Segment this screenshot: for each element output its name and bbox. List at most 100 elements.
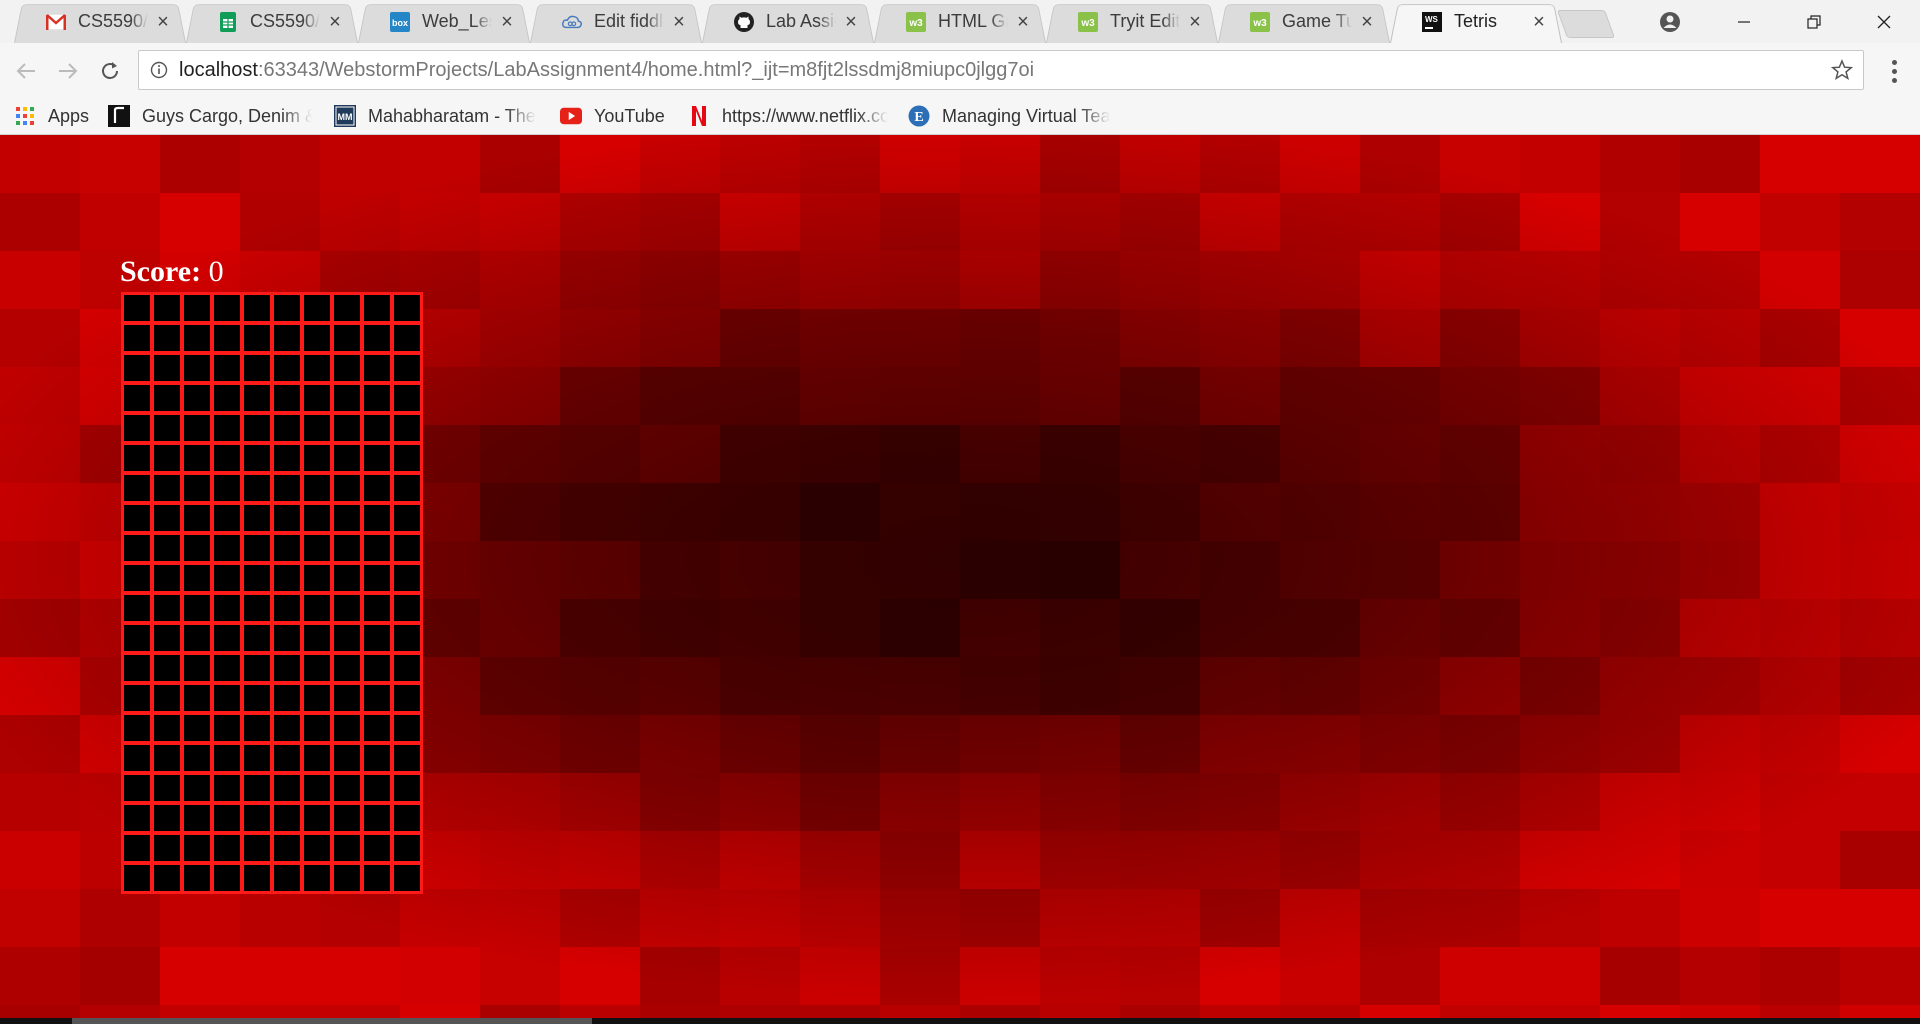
bookmark-managing-virtual-teams[interactable]: E Managing Virtual Tea	[908, 98, 1110, 134]
tab-3[interactable]: Edit fiddle ×	[530, 0, 702, 43]
board-cell	[272, 473, 302, 503]
close-tab-icon[interactable]: ×	[1014, 12, 1032, 32]
board-cell	[272, 683, 302, 713]
back-arrow-icon[interactable]	[12, 57, 40, 85]
board-cell	[392, 713, 422, 743]
tab-5[interactable]: w3 HTML Gam ×	[874, 0, 1046, 43]
minimize-window-icon[interactable]	[1716, 0, 1772, 43]
board-cell	[242, 353, 272, 383]
board-cell	[122, 413, 152, 443]
tab-7[interactable]: w3 Game Tut ×	[1218, 0, 1390, 43]
board-cell	[272, 743, 302, 773]
board-cell	[152, 473, 182, 503]
board-cell	[332, 773, 362, 803]
board-cell	[362, 473, 392, 503]
profile-icon[interactable]	[1642, 0, 1698, 43]
mahabharatam-logo-icon: MM	[334, 105, 356, 127]
board-cell	[122, 443, 152, 473]
board-cell	[122, 833, 152, 863]
bookmark-netflix[interactable]: https://www.netflix.co	[688, 98, 888, 134]
board-cell	[392, 593, 422, 623]
board-cell	[122, 563, 152, 593]
restore-window-icon[interactable]	[1786, 0, 1842, 43]
board-cell	[242, 773, 272, 803]
board-cell	[302, 413, 332, 443]
board-cell	[362, 803, 392, 833]
board-cell	[182, 383, 212, 413]
board-cell	[182, 743, 212, 773]
board-cell	[302, 323, 332, 353]
more-menu-icon[interactable]	[1882, 57, 1906, 85]
board-cell	[392, 293, 422, 323]
board-cell	[212, 533, 242, 563]
new-tab-button[interactable]	[1556, 10, 1616, 38]
board-cell	[182, 353, 212, 383]
board-cell	[182, 623, 212, 653]
tab-1[interactable]: CS5590/4 ×	[186, 0, 358, 43]
board-cell	[332, 383, 362, 413]
reload-icon[interactable]	[96, 57, 124, 85]
info-icon[interactable]	[139, 61, 179, 79]
page-content: Score: 0	[0, 135, 1920, 1018]
tab-title: Game Tut	[1282, 11, 1352, 31]
bookmark-apps[interactable]: Apps	[14, 98, 89, 134]
board-cell	[272, 413, 302, 443]
board-cell	[152, 353, 182, 383]
close-tab-icon[interactable]: ×	[1530, 12, 1548, 32]
board-cell	[182, 563, 212, 593]
w3schools-icon: w3	[906, 11, 926, 32]
board-cell	[392, 683, 422, 713]
board-cell	[392, 503, 422, 533]
board-cell	[182, 323, 212, 353]
address-bar[interactable]: localhost:63343/WebstormProjects/LabAssi…	[138, 50, 1864, 90]
tab-8-active[interactable]: WS Tetris ×	[1390, 0, 1562, 43]
board-cell	[122, 323, 152, 353]
board-cell	[392, 743, 422, 773]
close-tab-icon[interactable]: ×	[498, 12, 516, 32]
board-cell	[302, 593, 332, 623]
tab-0[interactable]: CS5590/4 ×	[14, 0, 186, 43]
close-tab-icon[interactable]: ×	[1186, 12, 1204, 32]
forward-arrow-icon[interactable]	[54, 57, 82, 85]
board-cell	[152, 593, 182, 623]
bookmark-youtube[interactable]: YouTube	[560, 98, 665, 134]
board-cell	[362, 413, 392, 443]
board-cell	[212, 623, 242, 653]
board-cell	[272, 713, 302, 743]
bookmark-star-icon[interactable]	[1830, 59, 1854, 86]
board-cell	[182, 863, 212, 893]
scrollbar-thumb[interactable]	[72, 1018, 592, 1024]
tetris-board[interactable]	[121, 292, 423, 894]
board-cell	[122, 533, 152, 563]
bookmark-label: Guys Cargo, Denim &	[142, 105, 312, 126]
close-tab-icon[interactable]: ×	[1358, 12, 1376, 32]
close-window-icon[interactable]	[1856, 0, 1912, 43]
svg-text:WS: WS	[1425, 15, 1439, 24]
cargo-logo-icon	[108, 105, 130, 127]
tab-title: Lab Assign	[766, 11, 836, 31]
tab-title: Edit fiddle	[594, 11, 664, 31]
board-cell	[212, 653, 242, 683]
bookmark-mahabharatam[interactable]: MM Mahabharatam - The	[334, 98, 536, 134]
board-cell	[392, 833, 422, 863]
bookmark-label: Managing Virtual Tea	[942, 105, 1111, 126]
board-cell	[332, 503, 362, 533]
board-cell	[182, 593, 212, 623]
github-icon	[734, 11, 754, 32]
close-tab-icon[interactable]: ×	[326, 12, 344, 32]
tab-2[interactable]: box Web_Less ×	[358, 0, 530, 43]
board-cell	[212, 353, 242, 383]
tab-6[interactable]: w3 Tryit Edito ×	[1046, 0, 1218, 43]
tab-4[interactable]: Lab Assign ×	[702, 0, 874, 43]
board-cell	[152, 443, 182, 473]
close-tab-icon[interactable]: ×	[842, 12, 860, 32]
board-cell	[272, 833, 302, 863]
board-cell	[182, 653, 212, 683]
url-text[interactable]: localhost:63343/WebstormProjects/LabAssi…	[179, 59, 1034, 82]
svg-text:w3: w3	[1080, 18, 1095, 29]
board-cell	[332, 593, 362, 623]
horizontal-scrollbar[interactable]	[0, 1018, 1920, 1024]
close-tab-icon[interactable]: ×	[670, 12, 688, 32]
close-tab-icon[interactable]: ×	[154, 12, 172, 32]
bookmark-guys-cargo[interactable]: Guys Cargo, Denim &	[108, 98, 312, 134]
